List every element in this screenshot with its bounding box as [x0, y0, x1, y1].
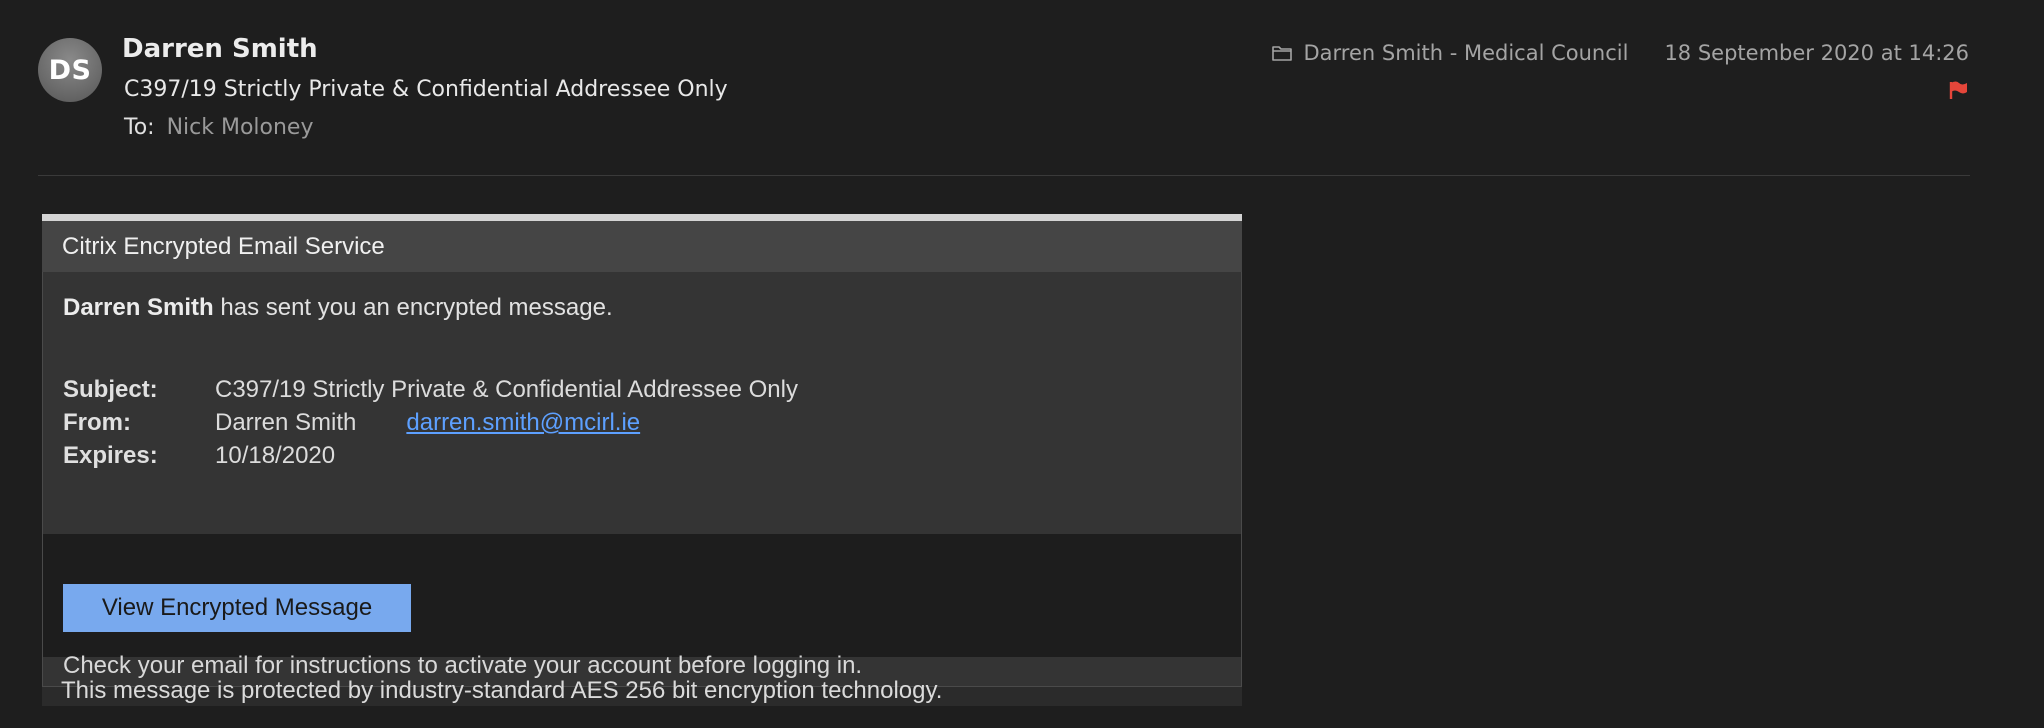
folder-icon	[1271, 43, 1293, 63]
recipient-line: To: Nick Moloney	[124, 115, 314, 140]
activation-instructions: Check your email for instructions to act…	[63, 652, 863, 679]
message-subject: C397/19 Strictly Private & Confidential …	[124, 77, 728, 102]
message-date: 18 September 2020 at 14:26	[1664, 41, 1969, 65]
detail-subject-row: Subject: C397/19 Strictly Private & Conf…	[63, 376, 798, 404]
sender-avatar[interactable]: DS	[38, 38, 102, 102]
action-band: View Encrypted Message	[43, 534, 1241, 657]
subject-label: Subject:	[63, 376, 158, 403]
expires-value: 10/18/2020	[215, 442, 336, 469]
mail-reader: DS Darren Smith C397/19 Strictly Private…	[0, 0, 2044, 728]
expires-label: Expires:	[63, 442, 158, 469]
view-encrypted-message-button[interactable]: View Encrypted Message	[63, 584, 411, 632]
avatar-initials: DS	[48, 54, 92, 86]
intro-rest: has sent you an encrypted message.	[213, 294, 613, 321]
card-title: Citrix Encrypted Email Service	[42, 221, 1242, 272]
header-divider	[38, 175, 1970, 176]
intro-text: Darren Smith has sent you an encrypted m…	[63, 294, 613, 322]
card-body: Darren Smith has sent you an encrypted m…	[42, 272, 1242, 687]
flag-icon[interactable]	[1948, 80, 1968, 100]
encryption-note: This message is protected by industry-st…	[61, 677, 943, 704]
to-label: To:	[124, 115, 155, 140]
mailbox-folder[interactable]: Darren Smith - Medical Council	[1303, 41, 1628, 65]
from-name: Darren Smith	[215, 409, 357, 436]
card-top-bar	[42, 214, 1242, 221]
from-label: From:	[63, 409, 131, 436]
from-email-link[interactable]: darren.smith@mcirl.ie	[406, 409, 640, 437]
subject-value: C397/19 Strictly Private & Confidential …	[215, 376, 798, 403]
intro-sender-name: Darren Smith	[63, 294, 214, 321]
encrypted-message-card: Citrix Encrypted Email Service Darren Sm…	[42, 214, 1242, 706]
detail-from-row: From: Darren Smith darren.smith@mcirl.ie	[63, 409, 640, 437]
message-meta: Darren Smith - Medical Council 18 Septem…	[1271, 41, 1969, 65]
detail-expires-row: Expires: 10/18/2020	[63, 442, 335, 470]
recipient-name[interactable]: Nick Moloney	[167, 115, 314, 140]
sender-name[interactable]: Darren Smith	[122, 34, 318, 64]
